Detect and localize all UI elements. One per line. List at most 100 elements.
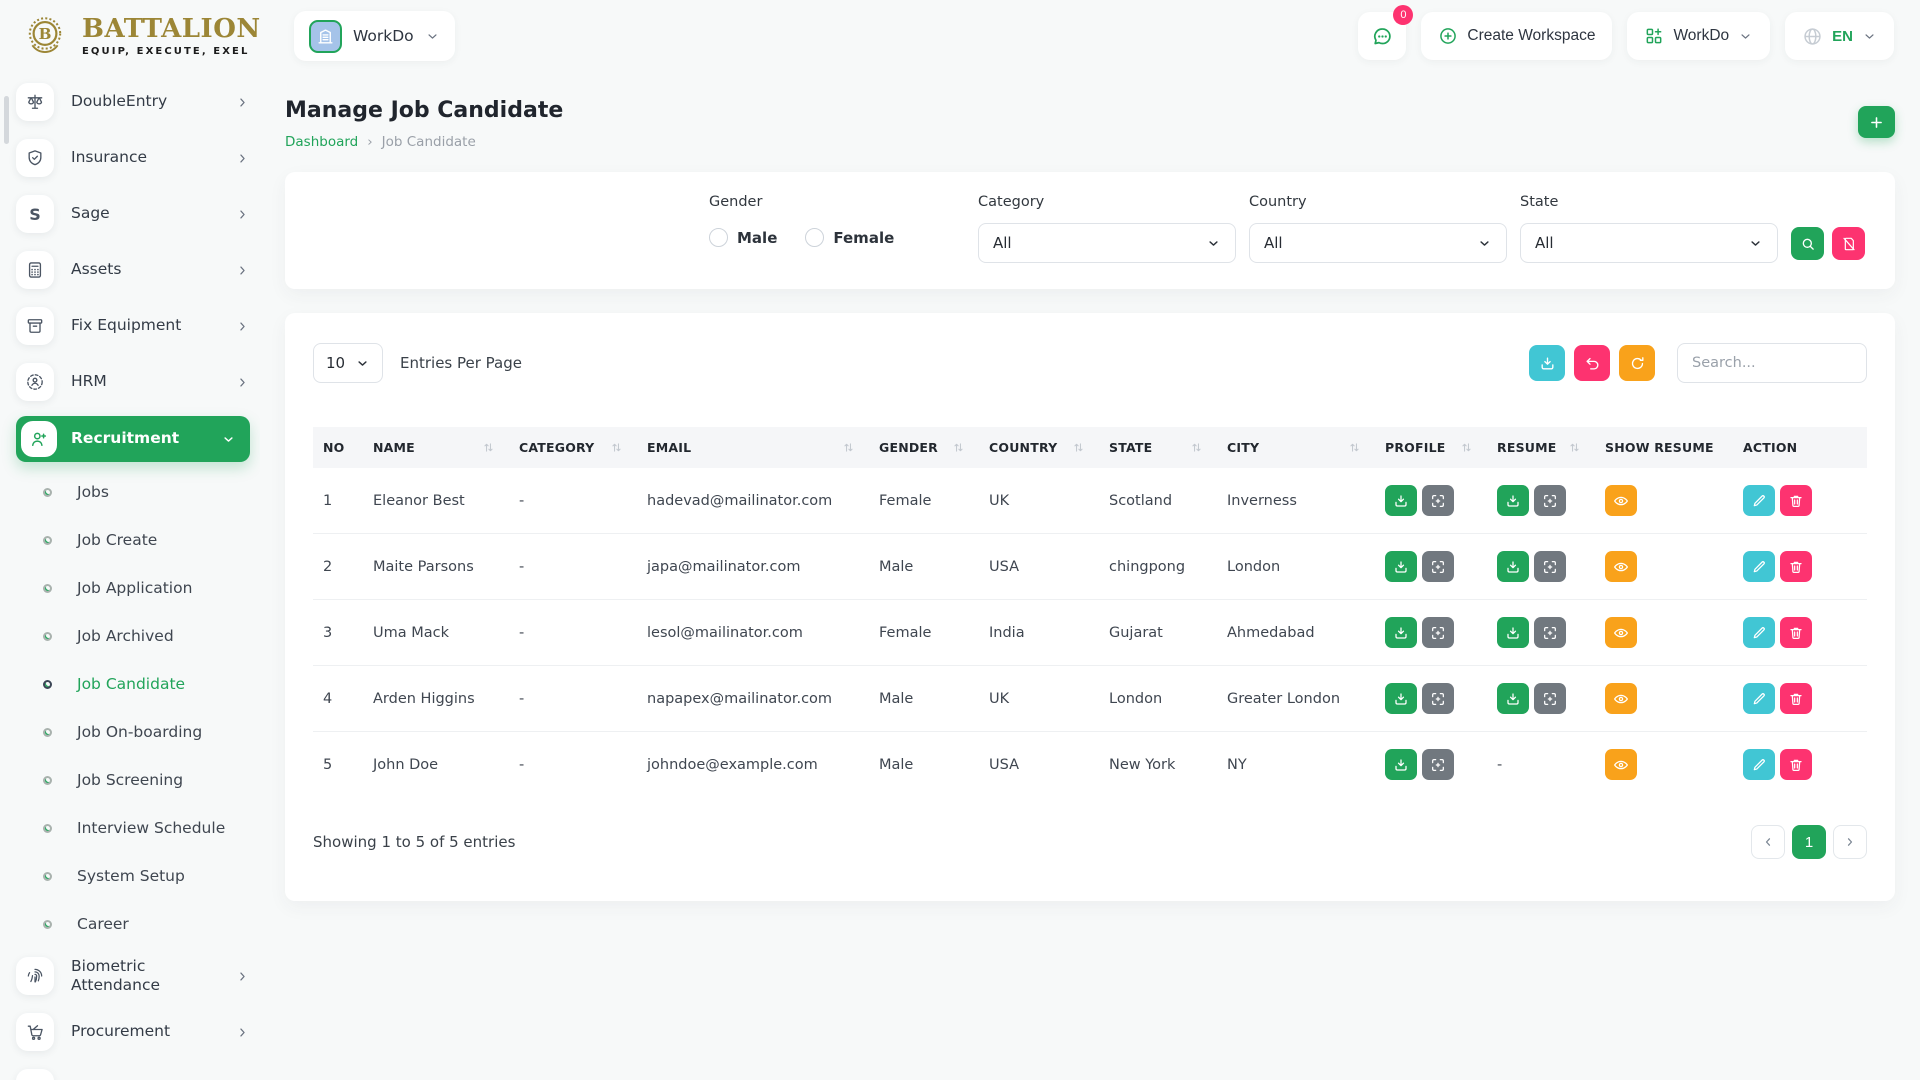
profile-preview-button[interactable] [1422, 749, 1454, 780]
resume-preview-button[interactable] [1534, 617, 1566, 648]
edit-candidate-button[interactable] [1743, 749, 1775, 780]
resume-download-button[interactable] [1497, 617, 1529, 648]
gender-radio-female[interactable]: Female [805, 228, 894, 247]
edit-candidate-button[interactable] [1743, 617, 1775, 648]
profile-download-button[interactable] [1385, 749, 1417, 780]
show-resume-button[interactable] [1605, 551, 1637, 582]
sidebar-item[interactable]: DoubleEntry [16, 74, 250, 130]
profile-download-button[interactable] [1385, 485, 1417, 516]
delete-candidate-button[interactable] [1780, 617, 1812, 648]
sidebar-subitem[interactable]: Job Application [16, 564, 250, 612]
column-header[interactable]: EMAIL [637, 427, 869, 468]
resume-download-button[interactable] [1497, 683, 1529, 714]
column-header[interactable]: NAME [363, 427, 509, 468]
column-header[interactable]: CATEGORY [509, 427, 637, 468]
sidebar-item[interactable]: Biometric Attendance [16, 948, 250, 1004]
sidebar-item[interactable]: Fix Equipment [16, 298, 250, 354]
sidebar-item[interactable]: S Sage [16, 186, 250, 242]
sidebar-item[interactable]: Insurance [16, 130, 250, 186]
apply-filter-button[interactable] [1791, 227, 1824, 260]
workspace-selector[interactable]: WorkDo [294, 11, 455, 61]
delete-candidate-button[interactable] [1780, 683, 1812, 714]
table-search-input[interactable] [1677, 343, 1867, 383]
edit-candidate-button[interactable] [1743, 551, 1775, 582]
export-button[interactable] [1529, 345, 1565, 381]
delete-candidate-button[interactable] [1780, 485, 1812, 516]
edit-candidate-button[interactable] [1743, 485, 1775, 516]
entries-per-page-select[interactable]: 10 [313, 343, 383, 383]
profile-preview-button[interactable] [1422, 485, 1454, 516]
page-1-button[interactable]: 1 [1792, 825, 1826, 859]
resume-preview-button[interactable] [1534, 485, 1566, 516]
sidebar-item[interactable]: Procurement [16, 1004, 250, 1060]
breadcrumb-dashboard-link[interactable]: Dashboard [285, 134, 358, 150]
show-resume-button[interactable] [1605, 683, 1637, 714]
column-header[interactable]: COUNTRY [979, 427, 1099, 468]
sort-icon[interactable] [952, 441, 965, 454]
reset-button[interactable] [1574, 345, 1610, 381]
profile-download-button[interactable] [1385, 683, 1417, 714]
sidebar-subitem[interactable]: Job Create [16, 516, 250, 564]
column-header[interactable]: PROFILE [1375, 427, 1487, 468]
reset-filter-button[interactable] [1832, 227, 1865, 260]
shield-check-icon [16, 139, 54, 177]
reload-button[interactable] [1619, 345, 1655, 381]
add-candidate-button[interactable] [1858, 106, 1895, 138]
messages-button[interactable]: 0 [1358, 12, 1406, 60]
create-workspace-button[interactable]: Create Workspace [1421, 12, 1612, 60]
column-header[interactable]: RESUME [1487, 427, 1595, 468]
next-page-button[interactable] [1833, 825, 1867, 859]
column-header[interactable]: STATE [1099, 427, 1217, 468]
profile-preview-button[interactable] [1422, 683, 1454, 714]
sidebar-subitem[interactable]: Jobs [16, 468, 250, 516]
sort-icon[interactable] [842, 441, 855, 454]
gender-radio-male[interactable]: Male [709, 228, 777, 247]
sidebar-scrollbar[interactable] [4, 96, 9, 144]
sort-icon[interactable] [1460, 441, 1473, 454]
sidebar-item-partial[interactable] [16, 1060, 250, 1080]
show-resume-button[interactable] [1605, 617, 1637, 648]
prev-page-button[interactable] [1751, 825, 1785, 859]
category-select[interactable]: All [978, 223, 1236, 263]
sort-icon[interactable] [1190, 441, 1203, 454]
resume-download-button[interactable] [1497, 485, 1529, 516]
sidebar-subitem[interactable]: System Setup [16, 852, 250, 900]
language-selector[interactable]: EN [1785, 12, 1894, 60]
profile-download-button[interactable] [1385, 551, 1417, 582]
profile-preview-button[interactable] [1422, 617, 1454, 648]
show-resume-button[interactable] [1605, 749, 1637, 780]
sidebar-subitem[interactable]: Interview Schedule [16, 804, 250, 852]
sort-icon[interactable] [1568, 441, 1581, 454]
sidebar-subitem[interactable]: Career [16, 900, 250, 948]
sidebar-item[interactable]: Assets [16, 242, 250, 298]
resume-download-button[interactable] [1497, 551, 1529, 582]
sort-icon[interactable] [1348, 441, 1361, 454]
column-header[interactable]: SHOW RESUME [1595, 427, 1733, 468]
profile-preview-button[interactable] [1422, 551, 1454, 582]
radio-icon[interactable] [709, 228, 728, 247]
sidebar-item-recruitment[interactable]: Recruitment [16, 416, 250, 462]
sidebar-item[interactable]: HRM [16, 354, 250, 410]
sidebar-subitem[interactable]: Job Candidate [16, 660, 250, 708]
state-select[interactable]: All [1520, 223, 1778, 263]
column-header[interactable]: ACTION [1733, 427, 1867, 468]
edit-candidate-button[interactable] [1743, 683, 1775, 714]
country-select[interactable]: All [1249, 223, 1507, 263]
sidebar-subitem[interactable]: Job Archived [16, 612, 250, 660]
resume-preview-button[interactable] [1534, 551, 1566, 582]
workspace-menu-button[interactable]: WorkDo [1627, 12, 1770, 60]
profile-download-button[interactable] [1385, 617, 1417, 648]
show-resume-button[interactable] [1605, 485, 1637, 516]
sort-icon[interactable] [482, 441, 495, 454]
column-header[interactable]: CITY [1217, 427, 1375, 468]
column-header[interactable]: NO [313, 427, 363, 468]
sort-icon[interactable] [610, 441, 623, 454]
sidebar-subitem[interactable]: Job On-boarding [16, 708, 250, 756]
sort-icon[interactable] [1072, 441, 1085, 454]
delete-candidate-button[interactable] [1780, 749, 1812, 780]
delete-candidate-button[interactable] [1780, 551, 1812, 582]
resume-preview-button[interactable] [1534, 683, 1566, 714]
radio-icon[interactable] [805, 228, 824, 247]
column-header[interactable]: GENDER [869, 427, 979, 468]
sidebar-subitem[interactable]: Job Screening [16, 756, 250, 804]
